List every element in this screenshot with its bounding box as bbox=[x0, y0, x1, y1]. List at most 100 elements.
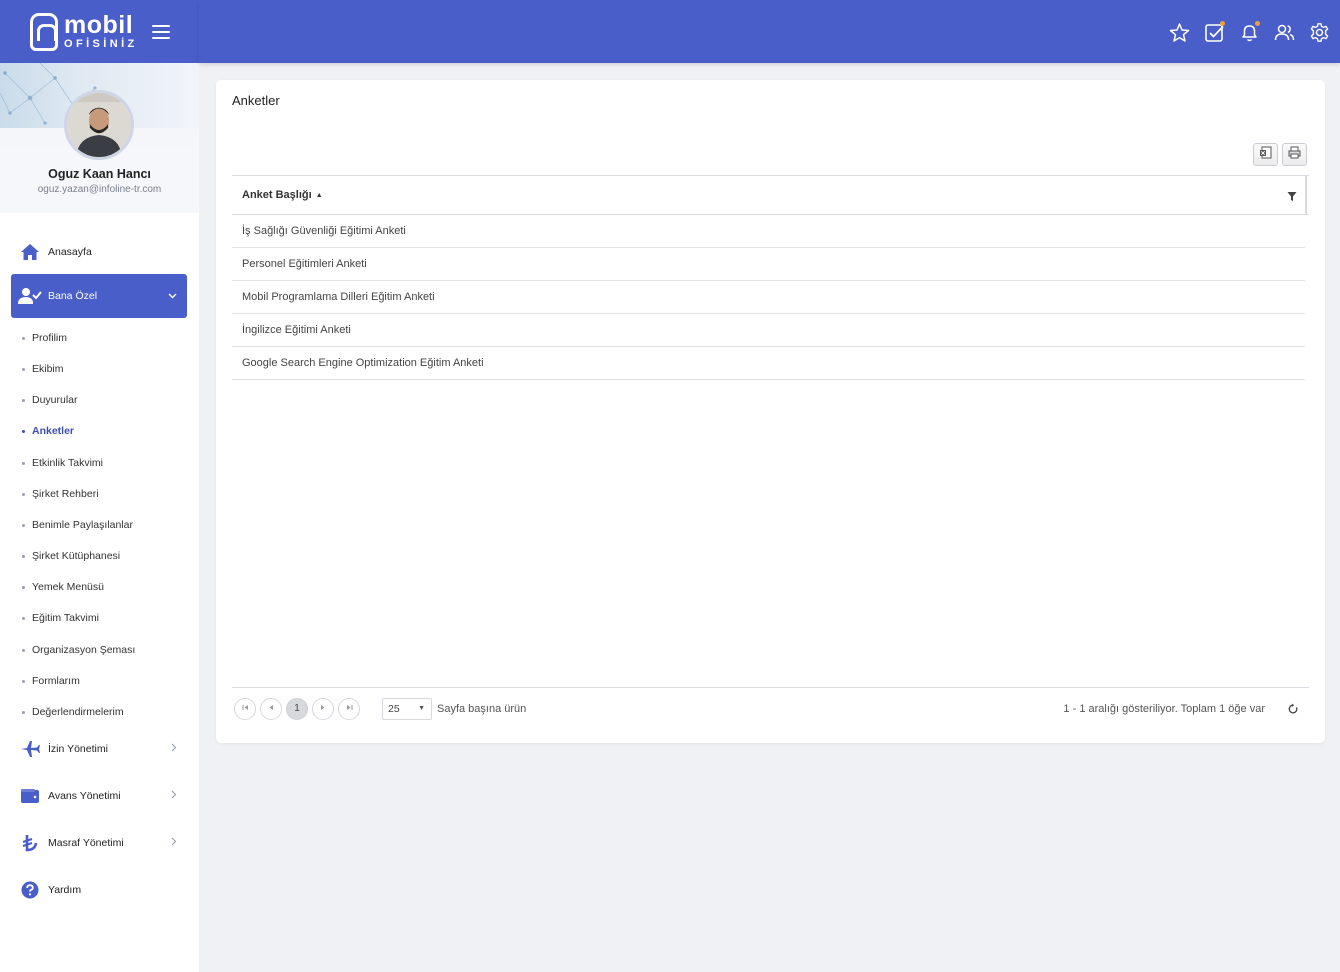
submenu-item-surveys[interactable]: Anketler bbox=[22, 425, 74, 437]
home-icon bbox=[18, 243, 42, 261]
user-check-icon bbox=[18, 287, 42, 305]
submenu-label: Profilim bbox=[32, 332, 68, 344]
task-check-icon[interactable] bbox=[1204, 21, 1225, 43]
first-page-button[interactable] bbox=[234, 697, 256, 720]
table-row[interactable]: Personel Eğitimleri Anketi bbox=[232, 248, 1305, 281]
sidebar-item-home[interactable]: Anasayfa bbox=[11, 232, 187, 272]
logo-bar: mobil OFİSİNİZ bbox=[0, 0, 199, 63]
sidebar-item-advance[interactable]: Avans Yönetimi bbox=[11, 776, 187, 816]
surveys-card: Anketler Anket Başlığı ▲ İş Sağlığı Güve… bbox=[216, 80, 1325, 743]
gear-icon[interactable] bbox=[1309, 22, 1330, 43]
submenu-item-org-chart[interactable]: Organizasyon Şeması bbox=[22, 644, 135, 656]
submenu-label: Eğitim Takvimi bbox=[32, 612, 99, 624]
submenu-label: Şirket Kütüphanesi bbox=[32, 550, 121, 562]
lira-icon bbox=[18, 834, 42, 852]
next-page-button[interactable] bbox=[312, 697, 334, 720]
notification-dot bbox=[1220, 21, 1225, 26]
submenu-label: Formlarım bbox=[32, 675, 80, 687]
sidebar: mobil OFİSİNİZ Oguz Kaan Hancı oguz.yaza… bbox=[0, 0, 199, 972]
profile-panel: Oguz Kaan Hancı oguz.yazan@infoline-tr.c… bbox=[0, 63, 199, 213]
sort-ascending-icon: ▲ bbox=[315, 191, 323, 199]
top-icons bbox=[1169, 21, 1330, 43]
user-name: Oguz Kaan Hancı bbox=[48, 167, 151, 181]
prev-page-button[interactable] bbox=[260, 697, 282, 720]
bullet bbox=[22, 429, 25, 433]
logo-main-text: mobil bbox=[64, 11, 134, 39]
table-row[interactable]: İş Sağlığı Güvenliği Eğitimi Anketi bbox=[232, 215, 1305, 248]
users-icon[interactable] bbox=[1274, 22, 1295, 43]
page-title: Anketler bbox=[232, 93, 280, 108]
submenu-label: Şirket Rehberi bbox=[32, 488, 99, 500]
page-size-value: 25 bbox=[388, 702, 400, 715]
submenu-item-company-directory[interactable]: Şirket Rehberi bbox=[22, 488, 99, 500]
column-header-survey-title[interactable]: Anket Başlığı ▲ bbox=[242, 189, 323, 201]
submenu-item-forms[interactable]: Formlarım bbox=[22, 675, 80, 687]
last-page-button[interactable] bbox=[338, 697, 360, 720]
avatar[interactable] bbox=[64, 90, 134, 160]
refresh-icon[interactable] bbox=[1287, 702, 1299, 720]
page-size-select[interactable]: 25 ▼ bbox=[382, 697, 432, 720]
submenu-label: Duyurular bbox=[32, 394, 78, 406]
submenu-item-shared-with-me[interactable]: Benimle Paylaşılanlar bbox=[22, 519, 133, 531]
bullet bbox=[22, 648, 25, 652]
survey-title-cell: İş Sağlığı Güvenliği Eğitimi Anketi bbox=[242, 225, 406, 237]
sidebar-item-personal[interactable]: Bana Özel bbox=[11, 274, 187, 318]
submenu-item-event-calendar[interactable]: Etkinlik Takvimi bbox=[22, 457, 103, 469]
surveys-grid: Anket Başlığı ▲ İş Sağlığı Güvenliği Eği… bbox=[232, 175, 1309, 380]
page-size-label: Sayfa başına ürün bbox=[437, 702, 527, 715]
prev-page-icon bbox=[268, 704, 274, 713]
chevron-right-icon bbox=[171, 743, 177, 755]
bullet bbox=[22, 585, 25, 589]
bullet bbox=[22, 554, 25, 558]
sidebar-item-label: İzin Yönetimi bbox=[48, 743, 108, 755]
sidebar-item-expense[interactable]: Masraf Yönetimi bbox=[11, 823, 187, 863]
bullet bbox=[22, 492, 25, 496]
submenu-label: Değerlendirmelerim bbox=[32, 706, 124, 718]
sidebar-item-help[interactable]: Yardım bbox=[11, 870, 187, 910]
pager: 1 25 ▼ Sayfa başına ürün 1 - 1 aralığı g… bbox=[232, 687, 1309, 729]
sidebar-item-label: Avans Yönetimi bbox=[48, 790, 121, 802]
bullet bbox=[22, 710, 25, 714]
table-row[interactable]: Google Search Engine Optimization Eğitim… bbox=[232, 347, 1305, 380]
survey-title-cell: Mobil Programlama Dilleri Eğitim Anketi bbox=[242, 291, 435, 303]
table-row[interactable]: Mobil Programlama Dilleri Eğitim Anketi bbox=[232, 281, 1305, 314]
chevron-right-icon bbox=[171, 790, 177, 802]
table-row[interactable]: İngilizce Eğitimi Anketi bbox=[232, 314, 1305, 347]
submenu-label: Ekibim bbox=[32, 363, 64, 375]
menu-toggle-icon[interactable] bbox=[151, 24, 170, 39]
submenu-item-profile[interactable]: Profilim bbox=[22, 332, 67, 344]
filter-icon[interactable] bbox=[1287, 189, 1297, 207]
submenu-item-company-library[interactable]: Şirket Kütüphanesi bbox=[22, 550, 120, 562]
notification-dot bbox=[1255, 21, 1260, 26]
logo-icon[interactable] bbox=[30, 12, 58, 51]
page-button-current[interactable]: 1 bbox=[286, 697, 308, 720]
star-icon[interactable] bbox=[1169, 22, 1190, 43]
sidebar-item-label: Bana Özel bbox=[48, 290, 98, 302]
excel-export-icon bbox=[1259, 146, 1272, 164]
submenu-item-team[interactable]: Ekibim bbox=[22, 363, 64, 375]
submenu-item-evaluations[interactable]: Değerlendirmelerim bbox=[22, 706, 124, 718]
bell-icon[interactable] bbox=[1239, 21, 1260, 43]
chevron-down-icon bbox=[168, 291, 177, 302]
bullet bbox=[22, 616, 25, 620]
grid-header: Anket Başlığı ▲ bbox=[232, 175, 1309, 215]
submenu-item-announcements[interactable]: Duyurular bbox=[22, 394, 78, 406]
print-icon bbox=[1288, 146, 1301, 164]
submenu-label: Benimle Paylaşılanlar bbox=[32, 519, 133, 531]
submenu-label: Organizasyon Şeması bbox=[32, 644, 136, 656]
excel-export-button[interactable] bbox=[1253, 143, 1278, 166]
bullet bbox=[22, 523, 25, 527]
chevron-right-icon bbox=[171, 837, 177, 849]
logo[interactable]: mobil OFİSİNİZ bbox=[64, 13, 138, 50]
bullet bbox=[22, 461, 25, 465]
submenu-item-training-calendar[interactable]: Eğitim Takvimi bbox=[22, 612, 99, 624]
survey-title-cell: İngilizce Eğitimi Anketi bbox=[242, 324, 351, 336]
print-button[interactable] bbox=[1282, 143, 1307, 166]
submenu-item-food-menu[interactable]: Yemek Menüsü bbox=[22, 581, 104, 593]
sidebar-item-leave[interactable]: İzin Yönetimi bbox=[11, 729, 187, 769]
bullet bbox=[22, 398, 25, 402]
sidebar-item-label: Masraf Yönetimi bbox=[48, 837, 124, 849]
airplane-icon bbox=[18, 740, 42, 758]
sidebar-item-label: Yardım bbox=[48, 884, 82, 896]
submenu-label: Anketler bbox=[32, 425, 75, 437]
